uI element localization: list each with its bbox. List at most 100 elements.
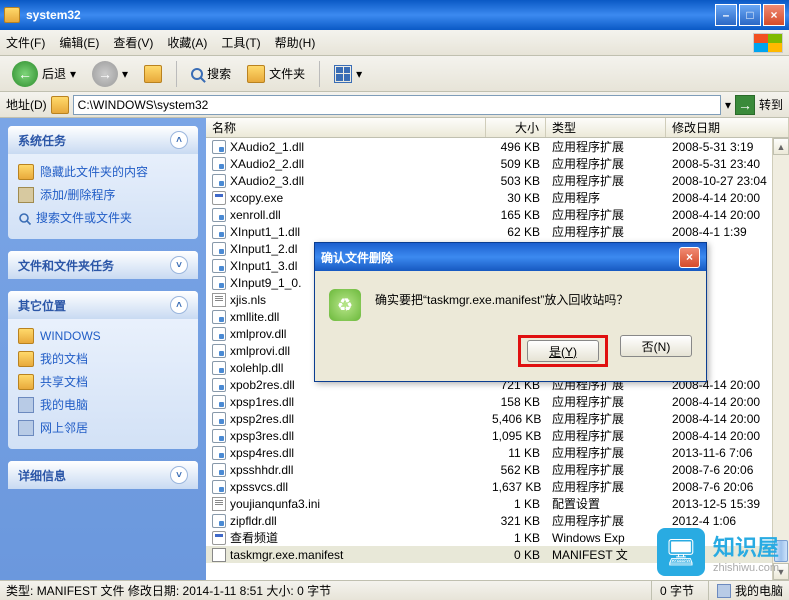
panel-header[interactable]: 系统任务 ˄: [8, 126, 198, 154]
menu-favorites[interactable]: 收藏(A): [167, 34, 207, 51]
file-name: taskmgr.exe.manifest: [230, 548, 343, 562]
file-date: 2008-4-14 20:00: [666, 429, 789, 443]
file-row[interactable]: youjianqunfa3.ini1 KB配置设置2013-12-5 15:39: [206, 495, 789, 512]
views-button[interactable]: ▾: [328, 63, 368, 85]
dialog-title: 确认文件删除: [321, 249, 679, 266]
panel-other-places: 其它位置 ˄ WINDOWS 我的文档 共享文档 我的电脑 网上邻居: [8, 291, 198, 449]
file-row[interactable]: xpsp4res.dll11 KB应用程序扩展2013-11-6 7:06: [206, 444, 789, 461]
forward-arrow-icon: →: [92, 61, 118, 87]
file-type: 应用程序扩展: [546, 393, 666, 410]
col-type[interactable]: 类型: [546, 118, 666, 137]
menu-edit[interactable]: 编辑(E): [59, 34, 99, 51]
close-button[interactable]: ×: [763, 4, 785, 26]
file-icon: [212, 157, 226, 171]
folders-button[interactable]: 文件夹: [241, 63, 311, 85]
file-row[interactable]: xpsp2res.dll5,406 KB应用程序扩展2008-4-14 20:0…: [206, 410, 789, 427]
file-icon: [212, 412, 226, 426]
file-date: 2008-4-14 20:00: [666, 191, 789, 205]
place-mydocs[interactable]: 我的文档: [18, 347, 188, 370]
confirm-delete-dialog: 确认文件删除 × ♻ 确实要把“taskmgr.exe.manifest”放入回…: [314, 242, 707, 382]
chevron-up-icon: ˄: [170, 131, 188, 149]
dialog-close-button[interactable]: ×: [679, 247, 700, 268]
file-name: XInput9_1_0.: [230, 276, 301, 290]
window-title: system32: [26, 8, 713, 22]
file-icon: [212, 310, 226, 324]
search-icon: [19, 213, 29, 223]
dropdown-icon: ▾: [70, 67, 76, 81]
no-button[interactable]: 否(N): [620, 335, 692, 357]
file-size: 1,637 KB: [486, 480, 546, 494]
col-size[interactable]: 大小: [486, 118, 546, 137]
up-button[interactable]: [138, 63, 168, 85]
network-icon: [18, 420, 34, 436]
file-row[interactable]: XAudio2_1.dll496 KB应用程序扩展2008-5-31 3:19: [206, 138, 789, 155]
file-type: 配置设置: [546, 495, 666, 512]
scroll-up-icon[interactable]: ▲: [773, 138, 789, 155]
item-label: 搜索文件或文件夹: [36, 209, 132, 226]
file-date: 2008-7-6 20:06: [666, 480, 789, 494]
file-date: 2012-4 1:06: [666, 514, 789, 528]
file-icon: [212, 208, 226, 222]
file-name: xmlprovi.dll: [230, 344, 290, 358]
file-size: 509 KB: [486, 157, 546, 171]
place-network[interactable]: 网上邻居: [18, 416, 188, 439]
col-name[interactable]: 名称: [206, 118, 486, 137]
folder-icon: [4, 7, 20, 23]
go-label[interactable]: 转到: [759, 96, 783, 113]
file-row[interactable]: zipfldr.dll321 KB应用程序扩展2012-4 1:06: [206, 512, 789, 529]
file-row[interactable]: xenroll.dll165 KB应用程序扩展2008-4-14 20:00: [206, 206, 789, 223]
yes-button[interactable]: 是(Y): [527, 340, 599, 362]
minimize-button[interactable]: –: [715, 4, 737, 26]
panel-header[interactable]: 文件和文件夹任务 ˅: [8, 251, 198, 279]
panel-header[interactable]: 详细信息 ˅: [8, 461, 198, 489]
task-hide-contents[interactable]: 隐藏此文件夹的内容: [18, 160, 188, 183]
file-row[interactable]: xpsp1res.dll158 KB应用程序扩展2008-4-14 20:00: [206, 393, 789, 410]
file-row[interactable]: xpssvcs.dll 1,637 KB应用程序扩展2008-7-6 20:06: [206, 478, 789, 495]
back-label: 后退: [42, 65, 66, 82]
status-type: 类型: MANIFEST 文件 修改日期: 2014-1-11 8:51 大小:…: [6, 581, 331, 600]
menu-file[interactable]: 文件(F): [6, 34, 45, 51]
go-button[interactable]: →: [735, 95, 755, 115]
col-date[interactable]: 修改日期: [666, 118, 789, 137]
address-input[interactable]: [73, 95, 721, 115]
vertical-scrollbar[interactable]: ▲ ▼: [772, 138, 789, 580]
file-name: xmllite.dll: [230, 310, 279, 324]
file-type: 应用程序扩展: [546, 223, 666, 240]
place-windows[interactable]: WINDOWS: [18, 325, 188, 347]
task-search-files[interactable]: 搜索文件或文件夹: [18, 206, 188, 229]
chevron-down-icon: ˅: [170, 466, 188, 484]
dropdown-icon[interactable]: ▾: [725, 98, 731, 112]
file-date: 2008-10-27 23:04: [666, 174, 789, 188]
file-name: xpob2res.dll: [230, 378, 295, 392]
watermark-en: zhishiwu.com: [713, 562, 779, 574]
file-type: 应用程序扩展: [546, 512, 666, 529]
maximize-button[interactable]: □: [739, 4, 761, 26]
item-label: 共享文档: [40, 373, 88, 390]
file-row[interactable]: XAudio2_2.dll509 KB应用程序扩展2008-5-31 23:40: [206, 155, 789, 172]
file-type: 应用程序扩展: [546, 478, 666, 495]
file-name: zipfldr.dll: [230, 514, 277, 528]
file-name: xpssvcs.dll: [230, 480, 288, 494]
file-row[interactable]: xcopy.exe30 KB应用程序2008-4-14 20:00: [206, 189, 789, 206]
file-row[interactable]: xpsshhdr.dll562 KB应用程序扩展2008-7-6 20:06: [206, 461, 789, 478]
file-name: XAudio2_1.dll: [230, 140, 304, 154]
place-shared[interactable]: 共享文档: [18, 370, 188, 393]
menu-help[interactable]: 帮助(H): [275, 34, 316, 51]
forward-button[interactable]: → ▾: [86, 59, 134, 89]
file-row[interactable]: XInput1_1.dll62 KB应用程序扩展2008-4-1 1:39: [206, 223, 789, 240]
file-type: 应用程序: [546, 189, 666, 206]
file-row[interactable]: xpsp3res.dll1,095 KB应用程序扩展2008-4-14 20:0…: [206, 427, 789, 444]
item-label: WINDOWS: [40, 329, 101, 343]
computer-icon: [18, 397, 34, 413]
file-icon: [212, 395, 226, 409]
menu-view[interactable]: 查看(V): [113, 34, 153, 51]
place-mycomputer[interactable]: 我的电脑: [18, 393, 188, 416]
search-button[interactable]: 搜索: [185, 63, 237, 84]
panel-header[interactable]: 其它位置 ˄: [8, 291, 198, 319]
back-button[interactable]: ← 后退 ▾: [6, 59, 82, 89]
file-name: youjianqunfa3.ini: [230, 497, 320, 511]
file-row[interactable]: XAudio2_3.dll503 KB应用程序扩展2008-10-27 23:0…: [206, 172, 789, 189]
menu-tools[interactable]: 工具(T): [221, 34, 260, 51]
dialog-message: 确实要把“taskmgr.exe.manifest”放入回收站吗？: [375, 289, 692, 321]
task-add-remove[interactable]: 添加/删除程序: [18, 183, 188, 206]
